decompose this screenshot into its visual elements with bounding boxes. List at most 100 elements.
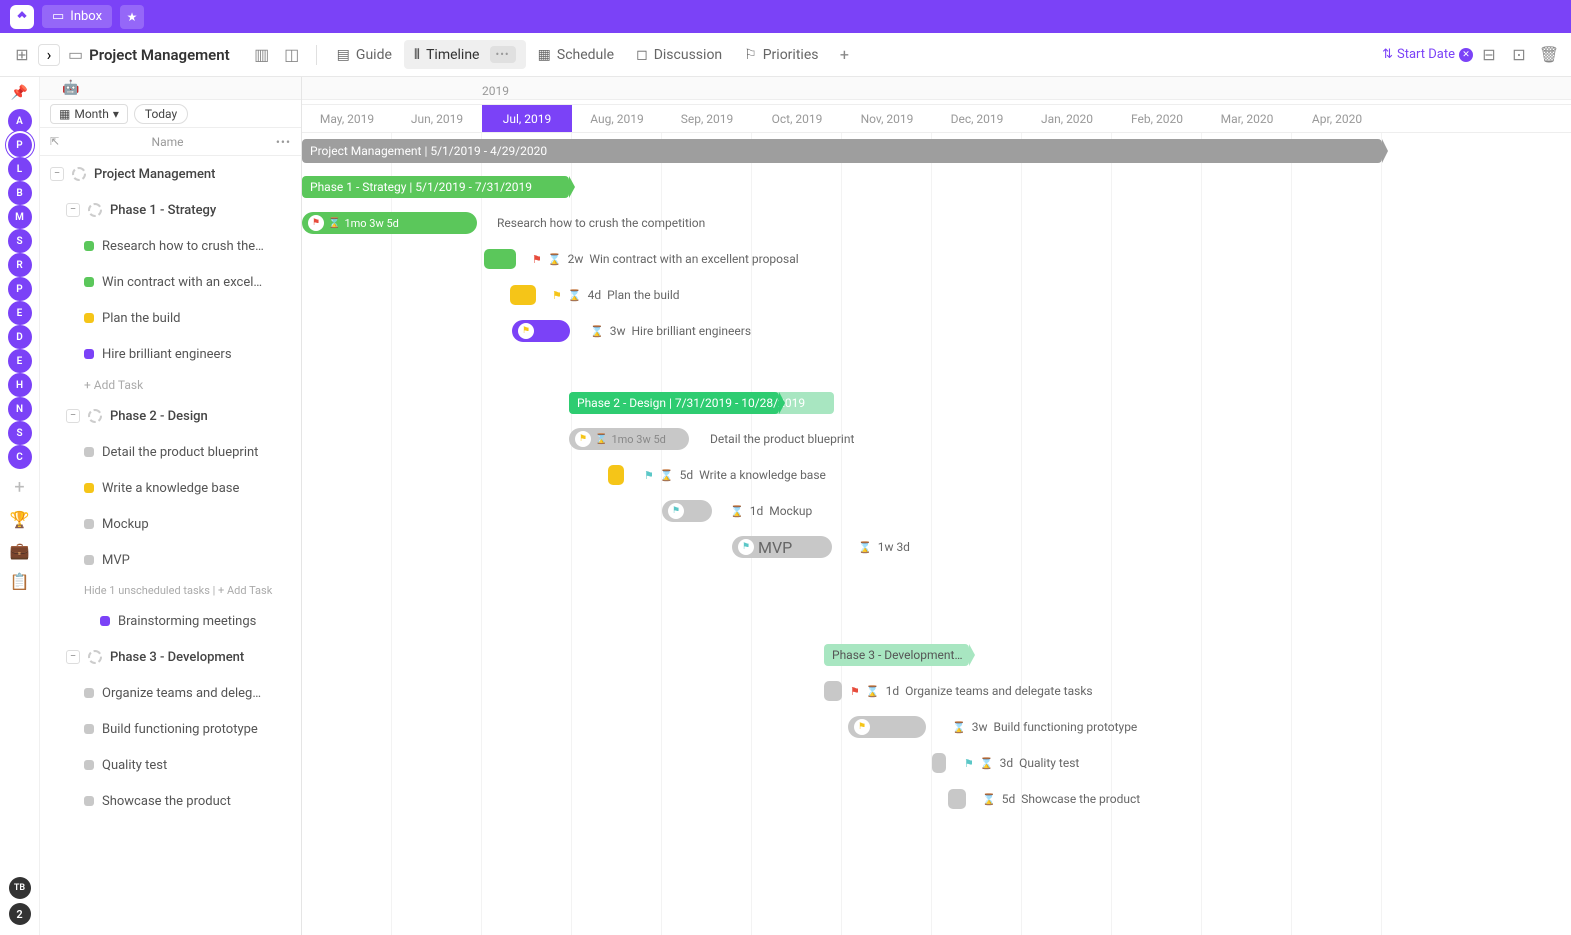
- task-row[interactable]: Win contract with an excel…: [40, 264, 301, 300]
- view-guide[interactable]: ▤Guide: [327, 41, 402, 69]
- more-icon[interactable]: •••: [490, 46, 516, 63]
- gantt-task-win[interactable]: [484, 249, 516, 269]
- avatar-d[interactable]: D: [8, 325, 32, 349]
- sort-button[interactable]: ⇅ Start Date ✕: [1382, 47, 1473, 62]
- avatar-l[interactable]: L: [8, 157, 32, 181]
- month-cell[interactable]: Dec, 2019: [932, 105, 1022, 132]
- avatar-n[interactable]: N: [8, 397, 32, 421]
- avatar-r[interactable]: R: [8, 253, 32, 277]
- month-cell[interactable]: Jun, 2019: [392, 105, 482, 132]
- zoom-dropdown[interactable]: ▦Month▾: [50, 104, 128, 124]
- view-priorities[interactable]: ⚐Priorities: [734, 41, 828, 69]
- month-cell[interactable]: Aug, 2019: [572, 105, 662, 132]
- avatar-a[interactable]: A: [8, 109, 32, 133]
- month-cell[interactable]: Apr, 2020: [1292, 105, 1382, 132]
- row-phase3[interactable]: –Phase 3 - Development: [40, 639, 301, 675]
- avatar-e[interactable]: E: [8, 349, 32, 373]
- expand-icon[interactable]: –: [66, 409, 80, 423]
- gantt-bar-phase2[interactable]: Phase 2 - Design | 7/31/2019 - 10/28/201…: [569, 392, 779, 414]
- task-row[interactable]: Mockup: [40, 506, 301, 542]
- view-timeline[interactable]: ⦀Timeline•••: [404, 40, 526, 69]
- gantt-task-showcase[interactable]: [948, 789, 966, 809]
- row-brainstorm[interactable]: Brainstorming meetings: [40, 603, 301, 639]
- robot-icon[interactable]: 🤖: [62, 80, 79, 96]
- user-avatar[interactable]: TB: [9, 877, 31, 899]
- task-row[interactable]: Build functioning prototype: [40, 711, 301, 747]
- avatar-s[interactable]: S: [8, 229, 32, 253]
- expand-toggle-icon[interactable]: ⇱: [50, 135, 59, 148]
- task-row[interactable]: Write a knowledge base: [40, 470, 301, 506]
- gantt-task-mockup[interactable]: ⚑: [662, 500, 712, 522]
- gantt-bar-phase3[interactable]: Phase 3 - Development…: [824, 644, 969, 666]
- star-button[interactable]: ★: [120, 5, 144, 29]
- month-cell[interactable]: Feb, 2020: [1112, 105, 1202, 132]
- month-cell[interactable]: Sep, 2019: [662, 105, 752, 132]
- add-view-button[interactable]: +: [830, 41, 858, 69]
- task-row[interactable]: Organize teams and deleg…: [40, 675, 301, 711]
- view-discussion[interactable]: ◻Discussion: [626, 41, 732, 69]
- add-task-phase1[interactable]: + Add Task: [40, 372, 301, 398]
- gantt-bar-project[interactable]: Project Management | 5/1/2019 - 4/29/202…: [302, 139, 1382, 163]
- hide-unscheduled[interactable]: Hide 1 unscheduled tasks | + Add Task: [40, 578, 301, 603]
- month-cell[interactable]: Jul, 2019: [482, 105, 572, 132]
- task-row[interactable]: Quality test: [40, 747, 301, 783]
- year-row: 2019: [302, 77, 1571, 105]
- row-project[interactable]: –Project Management: [40, 156, 301, 192]
- gantt-task-qa[interactable]: [932, 753, 946, 773]
- gantt-task-research[interactable]: ⚑⌛1mo 3w 5d: [302, 212, 477, 234]
- row-phase1[interactable]: –Phase 1 - Strategy: [40, 192, 301, 228]
- avatar-m[interactable]: M: [8, 205, 32, 229]
- gantt-task-kb[interactable]: [608, 465, 624, 485]
- month-cell[interactable]: Mar, 2020: [1202, 105, 1292, 132]
- gantt-task-organize[interactable]: [824, 681, 842, 701]
- settings-icon-1[interactable]: ⊟: [1475, 41, 1503, 69]
- avatar-p[interactable]: P: [8, 277, 32, 301]
- avatar-c[interactable]: C: [8, 445, 32, 469]
- task-row[interactable]: Plan the build: [40, 300, 301, 336]
- task-row[interactable]: Hire brilliant engineers: [40, 336, 301, 372]
- avatar-s[interactable]: S: [8, 421, 32, 445]
- layout-icon-2[interactable]: ◫: [278, 41, 306, 69]
- clear-sort-icon[interactable]: ✕: [1459, 48, 1473, 62]
- avatar-e[interactable]: E: [8, 301, 32, 325]
- gantt-bar-phase1[interactable]: Phase 1 - Strategy | 5/1/2019 - 7/31/201…: [302, 176, 569, 198]
- gantt-task-plan[interactable]: [510, 285, 536, 305]
- avatar-p[interactable]: P: [8, 133, 32, 157]
- gantt-task-hire[interactable]: ⚑: [512, 320, 570, 342]
- gantt-task-proto[interactable]: ⚑: [848, 716, 926, 738]
- trash-icon[interactable]: 🗑: [1535, 41, 1563, 69]
- task-row[interactable]: Showcase the product: [40, 783, 301, 819]
- month-cell[interactable]: Jan, 2020: [1022, 105, 1112, 132]
- avatar-b[interactable]: B: [8, 181, 32, 205]
- expand-icon[interactable]: –: [66, 650, 80, 664]
- today-button[interactable]: Today: [134, 104, 188, 124]
- column-options-icon[interactable]: •••: [276, 135, 291, 149]
- layout-icon-1[interactable]: ▥: [248, 41, 276, 69]
- task-row[interactable]: MVP: [40, 542, 301, 578]
- trophy-icon[interactable]: 🏆: [10, 510, 30, 529]
- expand-icon[interactable]: –: [50, 167, 64, 181]
- notification-count[interactable]: 2: [9, 903, 31, 925]
- clipboard-icon[interactable]: 📋: [10, 572, 30, 591]
- add-user-button[interactable]: +: [14, 477, 24, 498]
- briefcase-icon[interactable]: 💼: [10, 541, 30, 560]
- gantt-task-mvp[interactable]: ⚑MVP: [732, 536, 832, 558]
- row-phase2[interactable]: –Phase 2 - Design: [40, 398, 301, 434]
- pin-icon[interactable]: 📌: [11, 85, 28, 101]
- gantt-task-blueprint[interactable]: ⚑⌛1mo 3w 5d: [569, 428, 689, 450]
- grid-icon[interactable]: ⊞: [8, 41, 36, 69]
- inbox-button[interactable]: ▭ Inbox: [42, 5, 112, 28]
- view-schedule[interactable]: ▦Schedule: [528, 41, 624, 69]
- month-cell[interactable]: Oct, 2019: [752, 105, 842, 132]
- chevron-right-icon[interactable]: ›: [38, 44, 60, 66]
- month-cell[interactable]: May, 2019: [302, 105, 392, 132]
- task-row[interactable]: Detail the product blueprint: [40, 434, 301, 470]
- app-logo[interactable]: [10, 5, 34, 29]
- month-cell[interactable]: Nov, 2019: [842, 105, 932, 132]
- expand-icon[interactable]: –: [66, 203, 80, 217]
- task-row[interactable]: Research how to crush the…: [40, 228, 301, 264]
- settings-icon-2[interactable]: ⊡: [1505, 41, 1533, 69]
- doc-icon: ▤: [337, 47, 350, 63]
- gantt-body[interactable]: Project Management | 5/1/2019 - 4/29/202…: [302, 133, 1571, 935]
- avatar-h[interactable]: H: [8, 373, 32, 397]
